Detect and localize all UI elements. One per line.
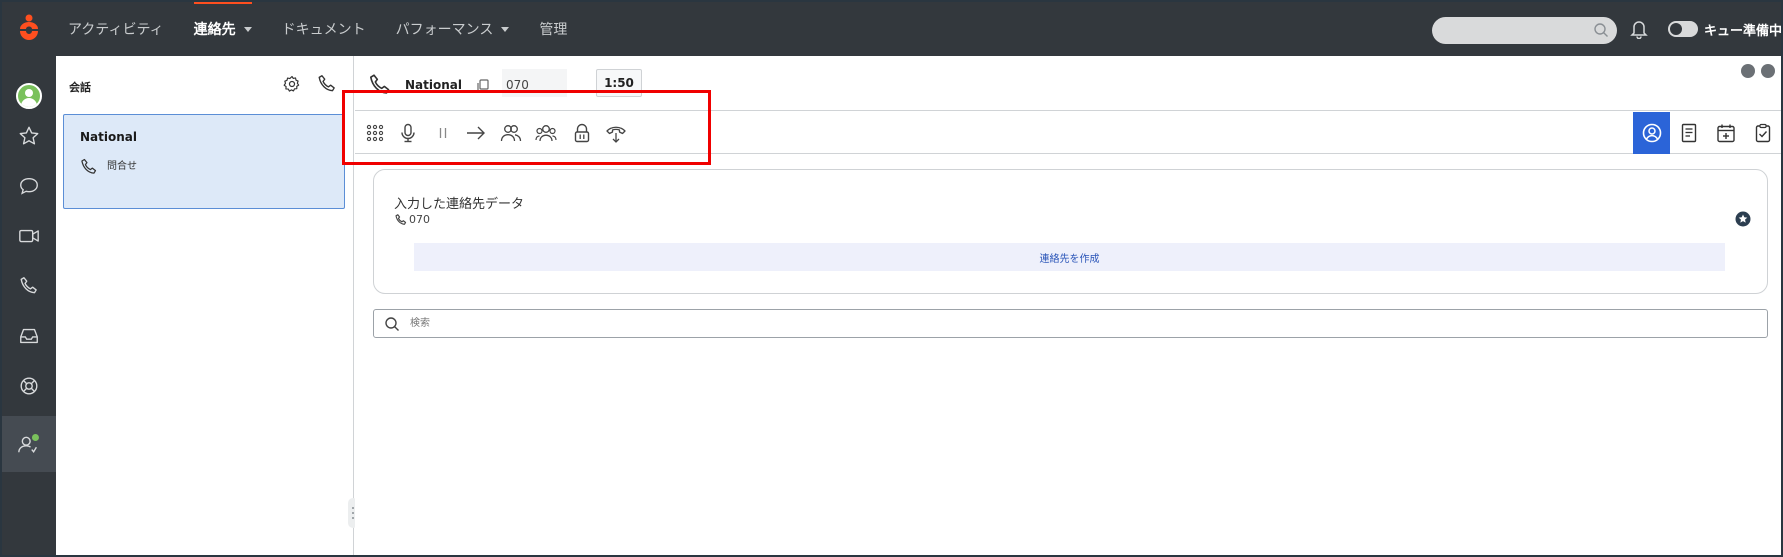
queue-label: キュー準備中 <box>1704 23 1783 39</box>
bell-icon[interactable] <box>1630 19 1648 39</box>
conversation-title: 会話 <box>69 81 91 94</box>
rail-agent-status[interactable] <box>2 416 56 472</box>
dialpad-icon <box>366 124 384 142</box>
phone-icon <box>369 74 390 94</box>
conversation-card[interactable]: National 問合せ <box>63 114 345 209</box>
corner-controls <box>1735 64 1775 78</box>
inbox-icon <box>20 328 38 344</box>
contact-circle-icon <box>1642 123 1661 143</box>
phone-icon <box>20 277 37 294</box>
lifebuoy-icon <box>20 377 38 395</box>
nav-label: 連絡先 <box>193 22 236 38</box>
nav-label: ドキュメント <box>281 22 366 38</box>
copy-icon[interactable] <box>475 78 491 94</box>
new-call-phone-icon[interactable] <box>316 73 338 95</box>
nav-activity[interactable]: アクティビティ <box>68 2 164 56</box>
search-icon <box>1594 23 1608 37</box>
notes-button[interactable] <box>1670 112 1707 154</box>
disconnect-icon <box>606 126 626 143</box>
call-party-name: National <box>405 78 462 92</box>
call-toolbar <box>342 90 1781 165</box>
side-panel-tools <box>1633 112 1781 154</box>
document-icon <box>1681 123 1696 143</box>
caret-down-icon <box>501 26 510 32</box>
secure-pause-button[interactable] <box>567 118 597 148</box>
left-rail <box>2 56 56 555</box>
secure-pause-icon <box>574 123 590 143</box>
app-frame: アクティビティ 連絡先 ドキュメント パフォーマンス 管理 キュー準備中 会話 … <box>0 0 1783 557</box>
rail-video[interactable] <box>2 216 56 256</box>
entered-contact-title: 入力した連絡先データ <box>394 197 525 212</box>
hold-button[interactable] <box>428 118 458 148</box>
calendar-add-icon <box>1716 124 1735 143</box>
contact-panel-button[interactable] <box>1633 112 1670 154</box>
call-header: National 070 1:50 <box>355 56 1781 111</box>
rail-help[interactable] <box>2 366 56 406</box>
global-search-input[interactable] <box>1432 17 1617 44</box>
phone-icon <box>395 214 407 225</box>
conversation-card-subtitle: 問合せ <box>107 161 137 172</box>
nav-documents[interactable]: ドキュメント <box>282 2 366 56</box>
mic-icon <box>401 123 415 143</box>
dialpad-button[interactable] <box>360 118 390 148</box>
forward-icon[interactable] <box>1761 64 1775 78</box>
contact-search[interactable] <box>373 309 1768 338</box>
rail-profile[interactable] <box>2 76 56 116</box>
conversation-header: 会話 <box>56 56 354 112</box>
consult-icon <box>500 125 522 142</box>
back-icon[interactable] <box>1741 64 1755 78</box>
avatar <box>16 83 42 109</box>
nav-label: 管理 <box>539 22 568 38</box>
create-contact-button[interactable]: 連絡先を作成 <box>414 243 1725 271</box>
star-icon <box>19 126 39 145</box>
clipboard-check-icon <box>1755 123 1770 143</box>
nav-performance[interactable]: パフォーマンス <box>396 2 510 56</box>
wrapup-button[interactable] <box>1744 112 1781 154</box>
rail-favorites[interactable] <box>2 116 56 156</box>
gear-icon[interactable] <box>282 74 302 94</box>
search-icon <box>385 317 399 331</box>
queue-switch[interactable] <box>1668 21 1698 37</box>
mute-button[interactable] <box>393 118 423 148</box>
nav-admin[interactable]: 管理 <box>539 2 567 56</box>
call-area: National 070 1:50 入力した連絡先データ 070 連絡先を作成 … <box>342 56 1781 555</box>
star-badge-icon[interactable] <box>1735 211 1751 227</box>
rail-inbox[interactable] <box>2 316 56 356</box>
conversation-panel: 会話 National 問合せ <box>56 56 358 555</box>
video-icon <box>19 229 39 243</box>
conversation-card-name: National <box>80 130 137 144</box>
agent-status-icon <box>18 434 39 454</box>
nav-label: パフォーマンス <box>395 22 494 38</box>
search-input[interactable] <box>410 313 1710 334</box>
main-nav: アクティビティ 連絡先 ドキュメント パフォーマンス 管理 <box>68 2 597 56</box>
conference-icon <box>535 125 557 142</box>
phone-icon <box>81 158 97 174</box>
consult-button[interactable] <box>496 118 526 148</box>
chat-icon <box>20 177 38 195</box>
nav-contacts[interactable]: 連絡先 <box>193 2 252 56</box>
conference-button[interactable] <box>531 118 561 148</box>
queue-toggle[interactable]: キュー準備中 <box>1668 18 1783 40</box>
pause-icon <box>439 128 447 138</box>
call-timer: 1:50 <box>596 69 642 97</box>
entered-contact-number: 070 <box>409 213 430 226</box>
call-number: 070 <box>506 78 529 92</box>
transfer-button[interactable] <box>461 118 491 148</box>
nav-label: アクティビティ <box>68 22 164 38</box>
schedule-button[interactable] <box>1707 112 1744 154</box>
rail-phone[interactable] <box>2 266 56 306</box>
entered-contact-card: 入力した連絡先データ 070 連絡先を作成 <box>373 169 1768 294</box>
caret-down-icon <box>243 26 252 32</box>
disconnect-button[interactable] <box>601 118 631 148</box>
transfer-icon <box>467 126 485 140</box>
rail-chat[interactable] <box>2 166 56 206</box>
top-bar: アクティビティ 連絡先 ドキュメント パフォーマンス 管理 キュー準備中 <box>2 2 1781 56</box>
genesys-logo-icon[interactable] <box>16 14 42 44</box>
